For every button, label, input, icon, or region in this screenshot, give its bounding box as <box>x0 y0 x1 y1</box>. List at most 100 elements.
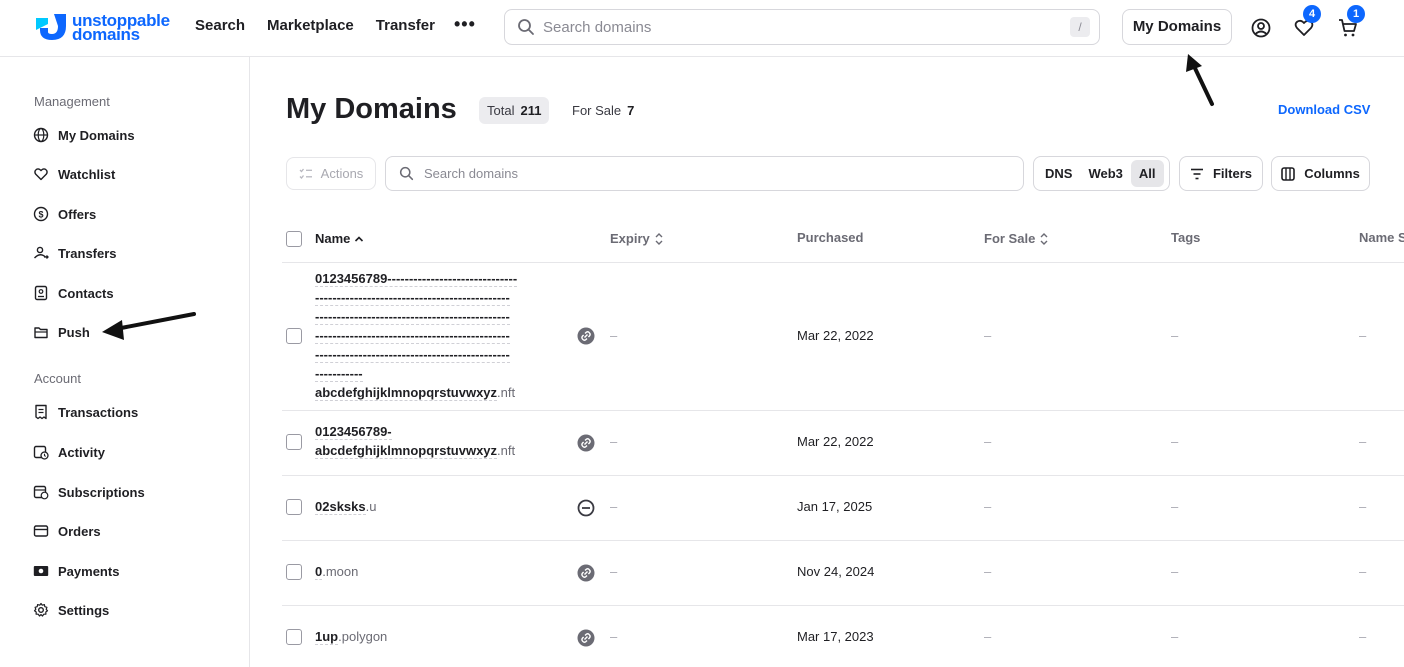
annotation-arrow-icon <box>102 312 196 340</box>
column-header-purchased[interactable]: Purchased <box>797 230 863 245</box>
sort-toggle-icon <box>655 232 663 245</box>
column-header-name-s[interactable]: Name S <box>1359 230 1404 245</box>
nav-marketplace[interactable]: Marketplace <box>267 17 354 34</box>
filters-button[interactable]: Filters <box>1179 156 1263 191</box>
dollar-circle-icon: $ <box>33 206 49 222</box>
watchlist-count-badge: 4 <box>1303 5 1321 23</box>
for-sale-cell: – <box>984 499 992 514</box>
table-row[interactable]: 0.moon – Nov 24, 2024 – – – <box>282 541 1404 606</box>
segment-all[interactable]: All <box>1130 160 1164 187</box>
link-icon[interactable] <box>577 434 595 452</box>
row-checkbox[interactable] <box>286 434 302 450</box>
domain-name[interactable]: 0.moon <box>315 562 358 581</box>
tags-cell: – <box>1171 629 1179 644</box>
columns-button[interactable]: Columns <box>1271 156 1370 191</box>
name-s-cell: – <box>1359 499 1367 514</box>
sidebar-item-settings[interactable]: Settings <box>33 602 109 618</box>
domain-name[interactable]: 1up.polygon <box>315 627 387 646</box>
select-all-checkbox[interactable] <box>286 231 302 247</box>
sort-toggle-icon <box>1040 232 1048 245</box>
actions-button[interactable]: Actions <box>286 157 376 190</box>
more-menu-icon[interactable]: ••• <box>454 14 476 35</box>
domain-name[interactable]: 02sksks.u <box>315 497 376 516</box>
segment-web3[interactable]: Web3 <box>1080 160 1130 187</box>
sidebar-item-label: My Domains <box>58 127 135 143</box>
purchased-cell: Mar 22, 2022 <box>797 434 874 449</box>
account-button[interactable] <box>1250 17 1272 39</box>
column-label: Name <box>315 231 351 246</box>
domain-extension: .nft <box>497 385 516 400</box>
row-checkbox[interactable] <box>286 499 302 515</box>
table-row[interactable]: 1up.polygon – Mar 17, 2023 – – – <box>282 606 1404 667</box>
domain-name[interactable]: 0123456789- abcdefghijklmnopqrstuvwxyz.n… <box>315 422 577 460</box>
link-icon[interactable] <box>577 629 595 647</box>
globe-icon <box>33 127 49 143</box>
domain-name[interactable]: 0123456789------------------------------… <box>315 269 577 402</box>
sidebar-item-transactions[interactable]: Transactions <box>33 404 138 420</box>
domain-extension: .u <box>365 499 377 514</box>
cart-button[interactable]: 1 <box>1337 5 1365 39</box>
sidebar-item-push[interactable]: Push <box>33 324 90 340</box>
for-sale-value: 7 <box>627 103 635 118</box>
sidebar-item-payments[interactable]: Payments <box>33 563 119 579</box>
sidebar-item-label: Orders <box>58 523 101 539</box>
sidebar-item-subscriptions[interactable]: Subscriptions <box>33 484 145 500</box>
sidebar-item-my-domains[interactable]: My Domains <box>33 127 135 143</box>
table-row[interactable]: 0123456789------------------------------… <box>282 263 1404 411</box>
actions-label: Actions <box>320 166 364 181</box>
link-icon[interactable] <box>577 564 595 582</box>
domain-name-part: ----------- <box>315 366 363 382</box>
column-label: Purchased <box>797 230 864 245</box>
header-search-input[interactable] <box>543 18 1043 36</box>
sidebar-item-activity[interactable]: Activity <box>33 444 105 460</box>
main-nav: Search Marketplace Transfer <box>195 17 457 34</box>
sidebar-item-transfers[interactable]: Transfers <box>33 245 117 261</box>
nav-transfer[interactable]: Transfer <box>376 17 435 34</box>
sidebar-item-label: Push <box>58 324 90 340</box>
column-label: Expiry <box>610 231 650 246</box>
sidebar-item-offers[interactable]: $ Offers <box>33 206 96 222</box>
row-checkbox[interactable] <box>286 564 302 580</box>
domain-name-part: ----------------------------------------… <box>315 328 510 344</box>
column-header-for-sale[interactable]: For Sale <box>984 231 1049 246</box>
page-title: My Domains <box>286 93 457 125</box>
column-label: Name S <box>1359 230 1404 245</box>
column-label: For Sale <box>984 231 1036 246</box>
table-row[interactable]: 02sksks.u – Jan 17, 2025 – – – <box>282 476 1404 541</box>
sidebar-item-label: Transactions <box>58 404 139 420</box>
user-transfer-icon <box>33 246 49 259</box>
logo[interactable]: unstoppable domains <box>34 10 179 46</box>
table-row[interactable]: 0123456789- abcdefghijklmnopqrstuvwxyz.n… <box>282 411 1404 476</box>
column-header-tags[interactable]: Tags <box>1171 230 1200 245</box>
for-sale-cell: – <box>984 629 992 644</box>
minus-circle-icon[interactable] <box>577 499 595 517</box>
header-search[interactable]: / <box>504 9 1100 45</box>
sidebar: Management My Domains Watchlist $ Offers… <box>0 57 250 667</box>
segment-dns[interactable]: DNS <box>1037 160 1080 187</box>
column-header-expiry[interactable]: Expiry <box>610 231 664 246</box>
sidebar-item-watchlist[interactable]: Watchlist <box>33 166 115 182</box>
sidebar-item-orders[interactable]: Orders <box>33 523 101 539</box>
tags-cell: – <box>1171 434 1179 449</box>
filter-icon <box>1190 168 1203 179</box>
domain-type-toggle: DNS Web3 All <box>1033 156 1170 191</box>
row-checkbox[interactable] <box>286 629 302 645</box>
tags-cell: – <box>1171 564 1179 579</box>
link-icon[interactable] <box>577 327 595 345</box>
sidebar-item-contacts[interactable]: Contacts <box>33 285 114 301</box>
my-domains-button[interactable]: My Domains <box>1122 9 1232 45</box>
tags-cell: – <box>1171 499 1179 514</box>
folder-icon <box>34 327 48 339</box>
watchlist-button[interactable]: 4 <box>1293 5 1321 39</box>
row-checkbox[interactable] <box>286 328 302 344</box>
domain-list-search[interactable] <box>385 156 1024 191</box>
calendar-clock-icon <box>33 445 49 460</box>
column-header-name[interactable]: Name <box>315 231 364 246</box>
domain-search-input[interactable] <box>424 166 984 181</box>
expiry-cell: – <box>610 629 618 644</box>
download-csv-link[interactable]: Download CSV <box>1278 102 1370 117</box>
domain-extension: .nft <box>497 443 516 458</box>
column-label: Tags <box>1171 230 1201 245</box>
nav-search[interactable]: Search <box>195 17 245 34</box>
sort-asc-icon <box>355 235 364 242</box>
